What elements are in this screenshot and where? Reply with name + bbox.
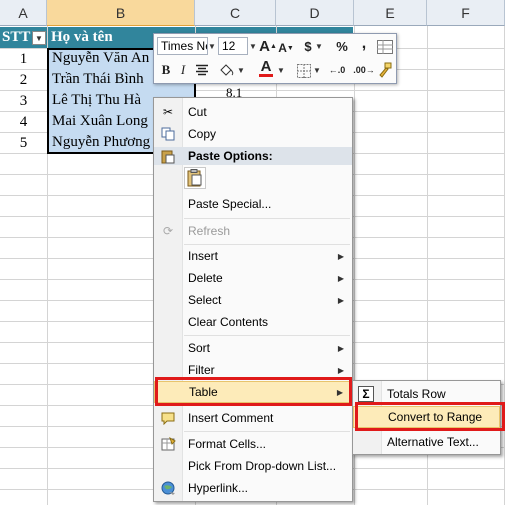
menu-item-filter-label: Filter: [188, 363, 215, 377]
grow-font-button[interactable]: A ▲: [259, 37, 277, 55]
menu-item-hyperlink[interactable]: Hyperlink...: [154, 477, 352, 499]
font-color-dropdown-icon[interactable]: ▼: [276, 61, 286, 79]
menu-item-insert-comment-label: Insert Comment: [188, 411, 274, 425]
context-menu: ✂ Cut Copy Paste Options: Paste Special.…: [153, 97, 353, 502]
annotation-box-convert-to-range: [355, 402, 505, 431]
header-name-label: Họ và tên: [51, 29, 113, 45]
column-header-b[interactable]: B: [47, 0, 195, 26]
font-size-box[interactable]: 12: [218, 37, 248, 55]
menu-item-pick-from-dropdown[interactable]: Pick From Drop-down List...: [154, 455, 352, 477]
menu-item-paste-special-label: Paste Special...: [188, 197, 272, 211]
cell-stt-1[interactable]: 1: [0, 49, 47, 69]
menu-item-refresh: ⟳ Refresh: [154, 220, 352, 242]
align-center-icon[interactable]: [194, 61, 210, 79]
menu-item-clear-contents[interactable]: Clear Contents: [154, 311, 352, 333]
column-header-d[interactable]: D: [276, 0, 354, 26]
bold-button[interactable]: B: [158, 61, 174, 79]
mini-toolbar: Times Ne ▼ 12 ▼ A ▲ A ▼ $ ▼ % , B I ▼ A ▼ …: [153, 33, 397, 84]
cell-stt-3[interactable]: 3: [0, 91, 47, 111]
menu-item-select[interactable]: Select ▶: [154, 289, 352, 311]
header-stt-label: STT: [2, 29, 31, 45]
menu-item-format-cells[interactable]: Format Cells...: [154, 433, 352, 455]
comma-style-button[interactable]: ,: [358, 35, 370, 53]
currency-button[interactable]: $: [302, 37, 314, 55]
refresh-icon: ⟳: [162, 224, 174, 238]
filter-dropdown-icon[interactable]: ▼: [32, 31, 46, 45]
hyperlink-globe-icon: [160, 480, 176, 496]
decrease-decimal-button[interactable]: .00→: [351, 61, 377, 79]
format-cells-icon: [160, 436, 176, 452]
paste-clipboard-icon: [187, 169, 202, 187]
menu-item-sort-label: Sort: [188, 341, 211, 355]
submenu-arrow-icon: ▶: [337, 251, 344, 261]
menu-item-cut[interactable]: ✂ Cut: [154, 101, 352, 123]
submenu-item-totals-row-label: Totals Row: [387, 387, 446, 401]
shrink-font-icon: A: [278, 41, 287, 55]
menu-item-delete[interactable]: Delete ▶: [154, 267, 352, 289]
menu-item-cut-label: Cut: [188, 105, 207, 119]
italic-button[interactable]: I: [176, 61, 190, 79]
cell-stt-5[interactable]: 5: [0, 133, 47, 153]
paste-options-heading: Paste Options:: [154, 147, 352, 165]
column-header-a[interactable]: A: [0, 0, 47, 26]
menu-item-refresh-label: Refresh: [188, 224, 231, 238]
column-header-f[interactable]: F: [427, 0, 505, 26]
submenu-item-alternative-text-label: Alternative Text...: [387, 435, 479, 449]
paste-option-button[interactable]: [184, 167, 206, 189]
menu-item-delete-label: Delete: [188, 271, 223, 285]
menu-item-select-label: Select: [188, 293, 222, 307]
submenu-arrow-icon: ▶: [337, 295, 344, 305]
borders-dropdown-icon[interactable]: ▼: [312, 61, 322, 79]
menu-item-copy[interactable]: Copy: [154, 123, 352, 145]
copy-icon: [160, 126, 176, 142]
scissors-icon: ✂: [162, 105, 174, 119]
paste-icon: [160, 148, 176, 164]
menu-item-clear-contents-label: Clear Contents: [188, 315, 269, 329]
column-header-e[interactable]: E: [354, 0, 427, 26]
menu-item-copy-label: Copy: [188, 127, 217, 141]
font-name-dropdown-icon[interactable]: ▼: [207, 37, 217, 55]
column-header-c[interactable]: C: [195, 0, 276, 26]
borders-icon[interactable]: [296, 62, 312, 80]
comment-icon: [160, 410, 176, 426]
currency-dropdown-icon[interactable]: ▼: [314, 37, 324, 55]
percent-button[interactable]: %: [334, 37, 350, 55]
submenu-arrow-icon: ▶: [337, 343, 344, 353]
menu-item-paste-special[interactable]: Paste Special...: [154, 193, 352, 215]
sigma-icon: Σ: [358, 386, 374, 402]
cell-stt-4[interactable]: 4: [0, 112, 47, 132]
menu-item-format-cells-label: Format Cells...: [188, 437, 267, 451]
shrink-font-button[interactable]: A ▼: [278, 39, 294, 57]
menu-item-insert[interactable]: Insert ▶: [154, 245, 352, 267]
paste-options-label: Paste Options:: [188, 149, 273, 163]
font-color-icon: A: [260, 57, 272, 75]
format-painter-icon[interactable]: [376, 61, 394, 79]
menu-item-sort[interactable]: Sort ▶: [154, 337, 352, 359]
increase-decimal-button[interactable]: ←.0: [324, 61, 350, 79]
submenu-item-alternative-text[interactable]: Alternative Text...: [353, 431, 500, 453]
submenu-arrow-icon: ▶: [337, 365, 344, 375]
menu-item-pick-from-dropdown-label: Pick From Drop-down List...: [188, 459, 337, 473]
grow-font-icon: A: [259, 37, 270, 55]
submenu-arrow-icon: ▶: [337, 273, 344, 283]
format-painter-grid-icon[interactable]: [377, 38, 393, 56]
annotation-box-table: [155, 377, 352, 406]
fill-color-icon[interactable]: [218, 61, 236, 79]
fill-color-dropdown-icon[interactable]: ▼: [236, 61, 246, 79]
cell-stt-2[interactable]: 2: [0, 70, 47, 90]
menu-item-insert-comment[interactable]: Insert Comment: [154, 407, 352, 429]
font-size-dropdown-icon[interactable]: ▼: [248, 37, 258, 55]
menu-item-hyperlink-label: Hyperlink...: [188, 481, 249, 495]
font-color-button[interactable]: A: [258, 59, 274, 77]
menu-item-insert-label: Insert: [188, 249, 219, 263]
font-name-box[interactable]: Times Ne: [157, 37, 208, 55]
